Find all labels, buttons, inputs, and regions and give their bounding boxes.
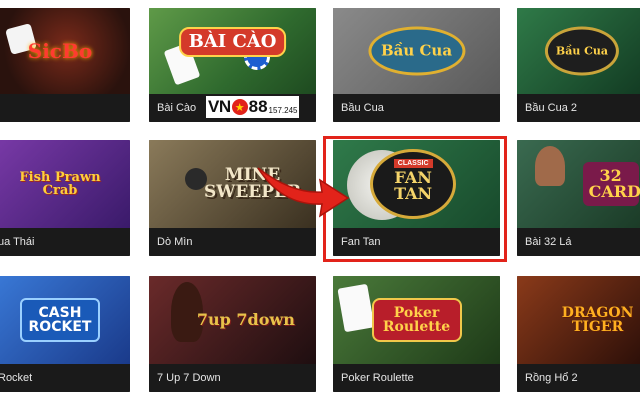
game-thumbnail: BÀI CÀO <box>149 8 316 94</box>
game-thumbnail: Poker Roulette <box>333 276 500 364</box>
brand-ip: 157.245 <box>268 105 298 115</box>
game-thumbnail: CLASSIC FAN TAN <box>333 140 500 228</box>
arrow-icon <box>257 167 350 218</box>
game-caption: Dò Mìn <box>149 228 316 256</box>
game-card-bau-cua[interactable]: Bầu Cua Bầu Cua <box>333 8 500 122</box>
game-logo: Bầu Cua <box>367 26 466 76</box>
game-logo: SicBo <box>27 39 93 63</box>
playing-card-icon <box>337 283 375 333</box>
game-card-fan-tan[interactable]: CLASSIC FAN TAN Fan Tan <box>333 140 500 256</box>
game-card-poker-roulette[interactable]: Poker Roulette Poker Roulette <box>333 276 500 392</box>
game-caption: Bầu Cua <box>333 94 500 122</box>
game-thumbnail: Bầu Cua <box>333 8 500 94</box>
game-thumbnail: 32 CARDS <box>517 140 640 228</box>
game-card-sicbo[interactable]: SicBo <box>0 8 130 122</box>
game-card-bau-cua-2[interactable]: Bầu Cua Bầu Cua 2 <box>517 8 640 122</box>
game-caption <box>0 94 130 122</box>
game-logo: BÀI CÀO <box>178 27 287 58</box>
game-logo-text: FAN TAN <box>394 168 433 203</box>
game-logo: Fish Prawn Crab <box>19 170 101 198</box>
classic-badge: CLASSIC <box>393 159 433 168</box>
brand-watermark: VN ★ 88 157.245 <box>206 96 300 118</box>
game-thumbnail: 7up 7down <box>149 276 316 364</box>
game-caption: ua Thái <box>0 228 130 256</box>
game-logo: CASH ROCKET <box>20 298 100 342</box>
game-logo: Bầu Cua <box>544 26 620 76</box>
game-caption: Poker Roulette <box>333 364 500 392</box>
game-logo: 32 CARDS <box>582 162 640 206</box>
game-logo: CLASSIC FAN TAN <box>370 149 457 219</box>
game-card-cash-rocket[interactable]: CASH ROCKET Rocket <box>0 276 130 392</box>
game-caption: Rồng Hổ 2 <box>517 364 640 392</box>
game-logo: DRAGON TIGER <box>561 305 634 335</box>
game-card-32-cards[interactable]: 32 CARDS Bài 32 Lá <box>517 140 640 256</box>
star-icon: ★ <box>231 99 248 115</box>
game-thumbnail: Bầu Cua <box>517 8 640 94</box>
game-card-dragon-tiger[interactable]: DRAGON TIGER Rồng Hổ 2 <box>517 276 640 392</box>
game-caption: 7 Up 7 Down <box>149 364 316 392</box>
game-thumbnail: SicBo <box>0 8 130 94</box>
brand-vn: VN <box>208 97 231 116</box>
game-caption: Rocket <box>0 364 130 392</box>
game-thumbnail: Fish Prawn Crab <box>0 140 130 228</box>
game-thumbnail: DRAGON TIGER <box>517 276 640 364</box>
game-caption: Bài 32 Lá <box>517 228 640 256</box>
game-thumbnail: CASH ROCKET <box>0 276 130 364</box>
game-caption: Bầu Cua 2 <box>517 94 640 122</box>
game-caption: Fan Tan <box>333 228 500 256</box>
game-logo: 7up 7down <box>196 310 295 329</box>
brand-number: 88 <box>248 97 268 116</box>
game-card-fish-prawn-crab[interactable]: Fish Prawn Crab ua Thái <box>0 140 130 256</box>
game-logo: Poker Roulette <box>371 298 462 342</box>
dealer-avatar <box>535 146 565 186</box>
game-card-7up-7down[interactable]: 7up 7down 7 Up 7 Down <box>149 276 316 392</box>
